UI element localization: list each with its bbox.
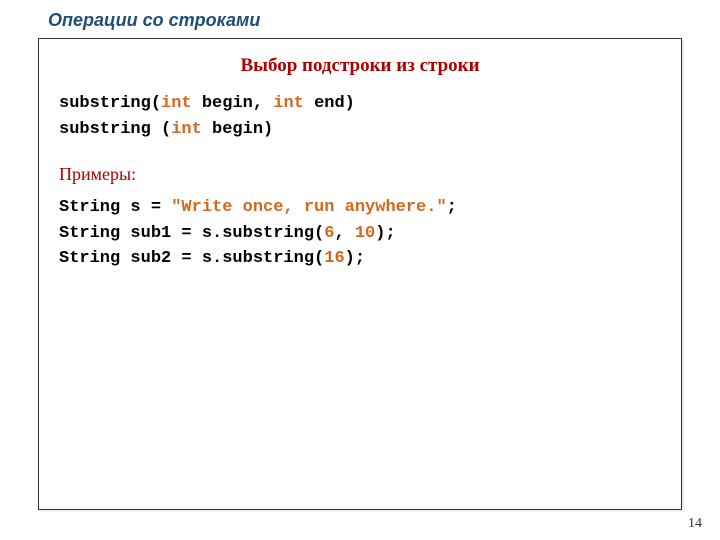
code-text: String sub2 = s.substring( xyxy=(59,249,324,268)
keyword-int: int xyxy=(161,94,192,113)
subtitle: Выбор подстроки из строки xyxy=(59,55,661,77)
code-text: String sub1 = s.substring( xyxy=(59,224,324,243)
content-box: Выбор подстроки из строки substring(int … xyxy=(38,38,682,510)
signature-2: substring (int begin) xyxy=(59,117,661,143)
code-text: ); xyxy=(375,224,395,243)
number-literal: 10 xyxy=(355,224,375,243)
slide-header: Операции со строками xyxy=(48,10,260,31)
number-literal: 16 xyxy=(324,249,344,268)
code-text: substring ( xyxy=(59,120,171,139)
examples-label: Примеры: xyxy=(59,164,661,185)
keyword-int: int xyxy=(273,94,304,113)
example-line-1: String s = "Write once, run anywhere."; xyxy=(59,195,661,221)
code-text: , xyxy=(334,224,354,243)
code-text: end) xyxy=(304,94,355,113)
code-text: ; xyxy=(447,198,457,217)
number-literal: 6 xyxy=(324,224,334,243)
code-text: substring( xyxy=(59,94,161,113)
signature-1: substring(int begin, int end) xyxy=(59,91,661,117)
example-line-2: String sub1 = s.substring(6, 10); xyxy=(59,221,661,247)
code-text: begin) xyxy=(202,120,273,139)
code-text: ); xyxy=(345,249,365,268)
example-line-3: String sub2 = s.substring(16); xyxy=(59,246,661,272)
string-literal: "Write once, run anywhere." xyxy=(171,198,446,217)
page-number: 14 xyxy=(688,516,702,532)
keyword-int: int xyxy=(171,120,202,139)
code-text: String s = xyxy=(59,198,171,217)
code-text: begin, xyxy=(192,94,274,113)
